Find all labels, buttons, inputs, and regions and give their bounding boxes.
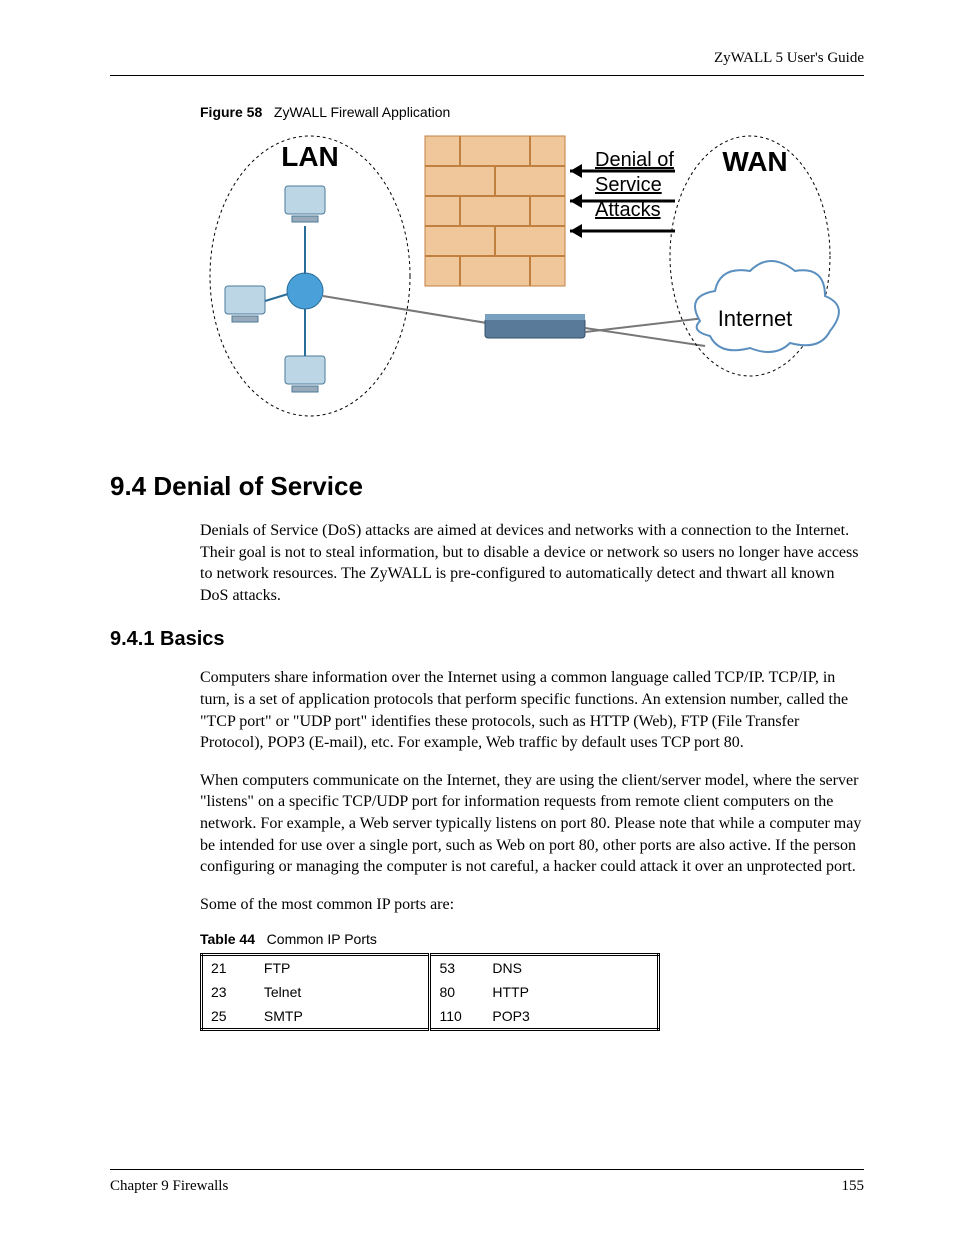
internet-label: Internet (718, 306, 793, 331)
dos-arrow-icon (570, 224, 675, 238)
internet-cloud-icon: Internet (695, 261, 839, 352)
section-heading: 9.4 Denial of Service (110, 471, 864, 502)
figure-title: ZyWALL Firewall Application (274, 104, 450, 120)
lan-label: LAN (281, 141, 339, 172)
lan-to-device-link (323, 296, 505, 326)
lan-link (265, 294, 288, 301)
service-cell: Telnet (256, 980, 430, 1004)
port-cell: 53 (430, 955, 484, 981)
service-cell: SMTP (256, 1004, 430, 1030)
port-cell: 80 (430, 980, 484, 1004)
subsection-paragraph: Some of the most common IP ports are: (200, 894, 864, 916)
figure-label: Figure 58 (200, 104, 262, 120)
table-row: 25 SMTP 110 POP3 (202, 1004, 659, 1030)
guide-title: ZyWALL 5 User's Guide (714, 50, 864, 66)
lan-computer-icon (225, 286, 265, 322)
dos-label-3: Attacks (595, 199, 661, 221)
dos-label-1: Denial of (595, 149, 674, 171)
zywall-device-icon (485, 314, 585, 338)
page-header: ZyWALL 5 User's Guide (110, 50, 864, 76)
table-title: Common IP Ports (267, 931, 377, 947)
subsection-paragraph: When computers communicate on the Intern… (200, 770, 864, 878)
service-cell: HTTP (484, 980, 658, 1004)
page-footer: Chapter 9 Firewalls 155 (110, 1169, 864, 1195)
port-cell: 110 (430, 1004, 484, 1030)
service-cell: POP3 (484, 1004, 658, 1030)
figure-caption: Figure 58 ZyWALL Firewall Application (200, 104, 864, 120)
ports-table: 21 FTP 53 DNS 23 Telnet 80 HTTP 25 SMTP … (200, 953, 660, 1031)
port-cell: 25 (202, 1004, 256, 1030)
table-row: 21 FTP 53 DNS (202, 955, 659, 981)
lan-computer-icon (285, 356, 325, 392)
footer-chapter: Chapter 9 Firewalls (110, 1178, 228, 1195)
port-cell: 21 (202, 955, 256, 981)
firewall-icon (425, 136, 565, 286)
service-cell: FTP (256, 955, 430, 981)
dos-label-2: Service (595, 174, 662, 196)
switch-icon (287, 273, 323, 309)
lan-computer-icon (285, 186, 325, 222)
port-cell: 23 (202, 980, 256, 1004)
table-label: Table 44 (200, 931, 255, 947)
wan-label: WAN (722, 146, 787, 177)
table-caption: Table 44 Common IP Ports (200, 931, 864, 947)
subsection-paragraph: Computers share information over the Int… (200, 667, 864, 753)
subsection-heading: 9.4.1 Basics (110, 628, 864, 651)
table-row: 23 Telnet 80 HTTP (202, 980, 659, 1004)
section-paragraph: Denials of Service (DoS) attacks are aim… (200, 520, 864, 606)
figure-diagram: LAN (200, 126, 864, 431)
footer-page-number: 155 (842, 1178, 865, 1195)
service-cell: DNS (484, 955, 658, 981)
